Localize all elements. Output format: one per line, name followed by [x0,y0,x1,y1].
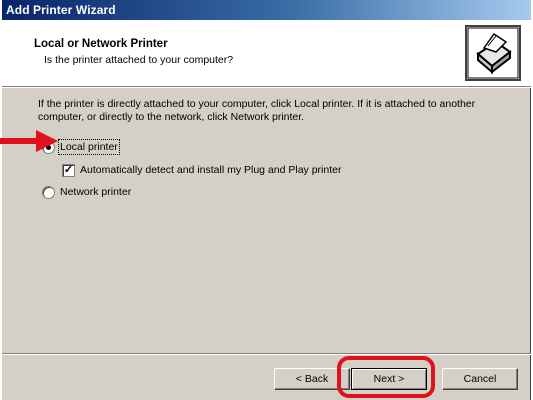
local-printer-label[interactable]: Local printer [58,139,120,155]
header-subtitle: Is the printer attached to your computer… [44,54,234,66]
add-printer-wizard-window: Add Printer Wizard Local or Network Prin… [2,0,531,400]
printer-icon [465,25,521,81]
title-bar: Add Printer Wizard [2,0,531,20]
header-title: Local or Network Printer [34,38,168,50]
footer-separator-highlight [2,354,531,355]
red-arrow-icon [0,130,58,152]
header-separator [2,87,531,88]
network-printer-radio[interactable] [42,186,55,199]
wizard-header: Local or Network Printer Is the printer … [2,20,531,87]
auto-detect-label[interactable]: Automatically detect and install my Plug… [80,164,341,176]
window-title: Add Printer Wizard [6,3,116,17]
cancel-button[interactable]: Cancel [442,368,518,390]
auto-detect-checkbox[interactable]: ✓ [62,164,75,177]
next-button-highlight [337,356,435,398]
network-printer-label[interactable]: Network printer [60,186,131,198]
description-text: If the printer is directly attached to y… [38,98,476,123]
